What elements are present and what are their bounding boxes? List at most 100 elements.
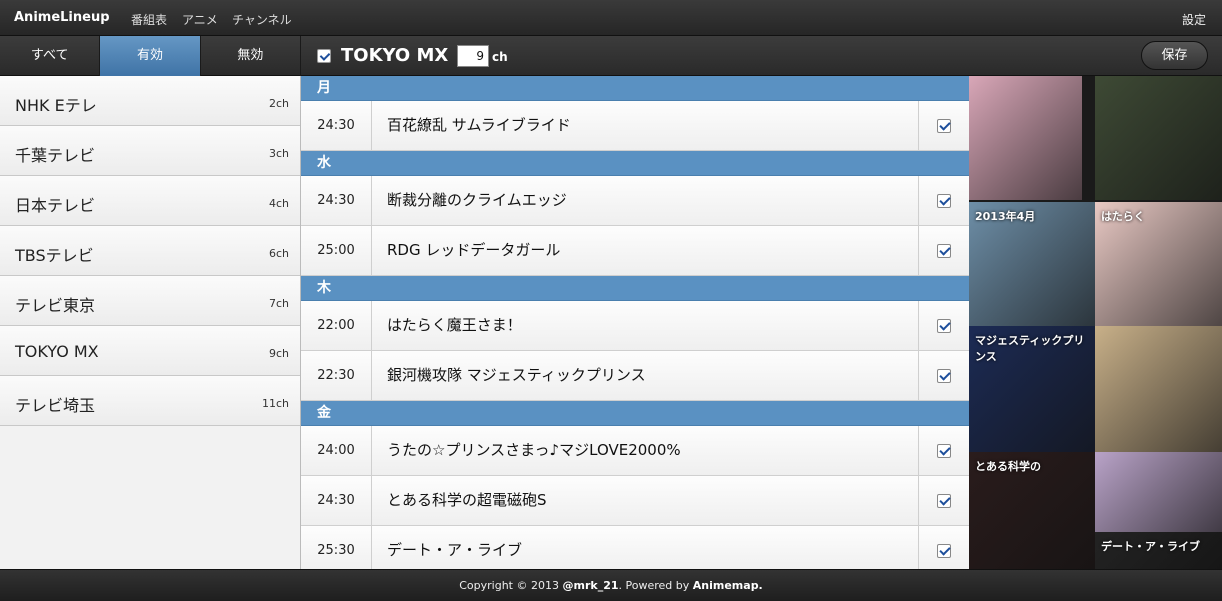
footer-author-link[interactable]: @mrk_21	[563, 579, 619, 592]
program-title: うたの☆プリンスさまっ♪マジLOVE2000%	[387, 441, 681, 459]
program-enabled-checkbox[interactable]	[937, 244, 951, 258]
program-check-cell	[918, 426, 969, 475]
day-header: 水	[301, 151, 969, 176]
channel-list-item[interactable]: NHK Eテレ 2ch	[0, 76, 300, 126]
channel-unit-label: ch	[492, 50, 508, 64]
footer-source-link[interactable]: Animemap.	[693, 579, 763, 592]
anime-poster-thumbnail[interactable]: デート・ア・ライブ	[1095, 532, 1222, 569]
filter-disabled-button[interactable]: 無効	[201, 36, 301, 76]
channel-sidebar: すべて 有効 無効 NHK Eテレ 2ch 千葉テレビ 3ch 日本テレビ 4ch TBSテ…	[0, 36, 301, 569]
poster-caption: マジェスティックプリンス	[975, 334, 1085, 363]
channel-number: 7ch	[268, 297, 289, 310]
day-header: 金	[301, 401, 969, 426]
nav-link-schedule[interactable]: 番組表	[131, 11, 167, 28]
channel-header: TOKYO MX 9 ch 保存	[301, 36, 1222, 76]
program-row[interactable]: 24:30 断裁分離のクライムエッジ	[301, 176, 969, 226]
program-title: RDG レッドデータガール	[387, 241, 561, 259]
anime-poster-thumbnail[interactable]	[1095, 326, 1222, 452]
channel-list-item[interactable]: TOKYO MX 9ch	[0, 326, 300, 376]
channel-list-item[interactable]: テレビ東京 7ch	[0, 276, 300, 326]
anime-poster-thumbnail[interactable]	[1095, 76, 1222, 200]
channel-name: テレビ埼玉	[15, 396, 96, 415]
filter-segmented-control: すべて 有効 無効	[0, 36, 301, 76]
program-enabled-checkbox[interactable]	[937, 119, 951, 133]
poster-caption: とある科学の	[975, 460, 1041, 473]
channel-number: 3ch	[268, 147, 289, 160]
brand-logo[interactable]: AnimeLineup	[14, 10, 110, 25]
footer-copyright: Copyright © 2013	[459, 579, 559, 592]
program-enabled-checkbox[interactable]	[937, 544, 951, 558]
channel-list-item[interactable]: 千葉テレビ 3ch	[0, 126, 300, 176]
program-row[interactable]: 24:30 とある科学の超電磁砲S	[301, 476, 969, 526]
poster-column: 2013年4月 はたらくマジェスティックプリンスとある科学のデート・ア・ライブ	[969, 76, 1222, 569]
channel-title: TOKYO MX	[341, 45, 449, 66]
save-button[interactable]: 保存	[1141, 41, 1208, 70]
program-row[interactable]: 24:30 百花繚乱 サムライブライド	[301, 101, 969, 151]
channel-name: TBSテレビ	[15, 246, 94, 265]
program-check-cell	[918, 301, 969, 350]
program-title: はたらく魔王さま！	[387, 316, 522, 334]
poster-caption: 2013年4月	[975, 210, 1036, 223]
program-time: 24:30	[301, 176, 372, 225]
day-header: 木	[301, 276, 969, 301]
program-check-cell	[918, 176, 969, 225]
poster-caption: はたらく	[1101, 210, 1145, 223]
anime-poster-thumbnail[interactable]	[969, 76, 1082, 200]
program-row[interactable]: 24:00 うたの☆プリンスさまっ♪マジLOVE2000%	[301, 426, 969, 476]
channel-list-item[interactable]: テレビ埼玉 11ch	[0, 376, 300, 426]
anime-poster-thumbnail[interactable]: 2013年4月	[969, 202, 1095, 326]
program-title: デート・ア・ライブ	[387, 541, 523, 559]
channel-name: 千葉テレビ	[15, 146, 96, 165]
channel-number: 4ch	[268, 197, 289, 210]
program-time: 24:00	[301, 426, 372, 475]
channel-number: 9ch	[268, 347, 289, 360]
footer-powered-text: . Powered by	[618, 579, 690, 592]
channel-name: 日本テレビ	[15, 196, 96, 215]
nav-link-channels[interactable]: チャンネル	[232, 11, 292, 28]
program-time: 24:30	[301, 101, 372, 150]
program-enabled-checkbox[interactable]	[937, 494, 951, 508]
program-enabled-checkbox[interactable]	[937, 444, 951, 458]
channel-list-item[interactable]: TBSテレビ 6ch	[0, 226, 300, 276]
program-row[interactable]: 22:30 銀河機攻隊 マジェスティックプリンス	[301, 351, 969, 401]
program-row[interactable]: 25:00 RDG レッドデータガール	[301, 226, 969, 276]
channel-enabled-checkbox[interactable]	[317, 49, 331, 63]
program-time: 22:30	[301, 351, 372, 400]
program-check-cell	[918, 476, 969, 525]
channel-list: NHK Eテレ 2ch 千葉テレビ 3ch 日本テレビ 4ch TBSテレビ 6ch テレビ東京…	[0, 76, 300, 426]
channel-name: NHK Eテレ	[15, 96, 97, 115]
top-navbar: AnimeLineup 番組表 アニメ チャンネル 設定	[0, 0, 1222, 36]
program-check-cell	[918, 526, 969, 569]
day-header: 月	[301, 76, 969, 101]
channel-number: 2ch	[268, 97, 289, 110]
program-title: 断裁分離のクライムエッジ	[387, 191, 567, 209]
settings-link[interactable]: 設定	[1182, 11, 1206, 28]
program-title: 銀河機攻隊 マジェスティックプリンス	[387, 366, 646, 384]
channel-number: 6ch	[268, 247, 289, 260]
anime-poster-thumbnail[interactable]: はたらく	[1095, 202, 1222, 326]
program-schedule: 月 24:30 百花繚乱 サムライブライド水 24:30 断裁分離のクライムエッジ 25:…	[301, 76, 969, 569]
program-time: 22:00	[301, 301, 372, 350]
program-check-cell	[918, 226, 969, 275]
poster-caption: デート・ア・ライブ	[1101, 540, 1200, 553]
program-enabled-checkbox[interactable]	[937, 369, 951, 383]
anime-poster-thumbnail[interactable]	[1095, 452, 1222, 532]
program-check-cell	[918, 101, 969, 150]
channel-number-input[interactable]: 9	[457, 45, 489, 67]
filter-all-button[interactable]: すべて	[0, 36, 101, 76]
channel-name: TOKYO MX	[15, 342, 99, 361]
channel-list-item[interactable]: 日本テレビ 4ch	[0, 176, 300, 226]
anime-poster-thumbnail[interactable]: とある科学の	[969, 452, 1095, 569]
channel-name: テレビ東京	[15, 296, 96, 315]
program-time: 25:00	[301, 226, 372, 275]
program-row[interactable]: 25:30 デート・ア・ライブ	[301, 526, 969, 569]
nav-link-anime[interactable]: アニメ	[182, 11, 218, 28]
program-enabled-checkbox[interactable]	[937, 194, 951, 208]
program-title: とある科学の超電磁砲S	[387, 491, 547, 509]
program-time: 25:30	[301, 526, 372, 569]
program-check-cell	[918, 351, 969, 400]
program-row[interactable]: 22:00 はたらく魔王さま！	[301, 301, 969, 351]
filter-enabled-button[interactable]: 有効	[100, 36, 201, 76]
anime-poster-thumbnail[interactable]: マジェスティックプリンス	[969, 326, 1095, 452]
program-enabled-checkbox[interactable]	[937, 319, 951, 333]
